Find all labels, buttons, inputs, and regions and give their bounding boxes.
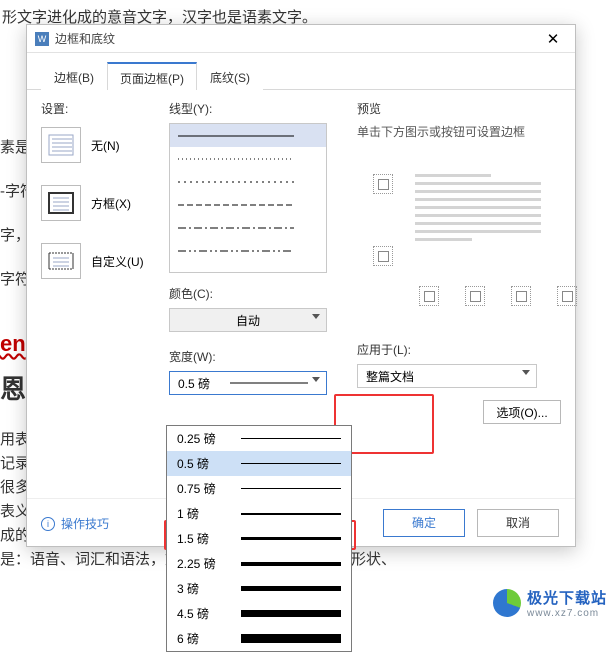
apply-to-combo[interactable]: 整篇文档 xyxy=(357,364,537,388)
box-icon xyxy=(41,185,81,221)
setting-none[interactable]: 无(N) xyxy=(41,127,161,163)
site-logo: 极光下载站 www.xz7.com xyxy=(493,587,607,619)
width-option[interactable]: 6 磅 xyxy=(167,626,351,651)
settings-label: 设置: xyxy=(41,100,161,117)
line-style-list[interactable] xyxy=(169,123,327,273)
width-option-line xyxy=(241,537,341,540)
width-option-line xyxy=(241,586,341,591)
custom-icon xyxy=(41,243,81,279)
tab-shading[interactable]: 底纹(S) xyxy=(197,62,263,90)
tab-border[interactable]: 边框(B) xyxy=(41,62,107,90)
width-option[interactable]: 1 磅 xyxy=(167,501,351,526)
options-button[interactable]: 选项(O)... xyxy=(483,400,561,424)
width-option-label: 0.75 磅 xyxy=(177,480,233,497)
width-option-label: 0.5 磅 xyxy=(177,455,233,472)
edge-btn-top[interactable] xyxy=(373,174,393,194)
logo-title: 极光下载站 xyxy=(527,587,607,608)
logo-icon xyxy=(493,589,521,617)
width-label: 宽度(W): xyxy=(169,348,339,365)
style-label: 线型(Y): xyxy=(169,100,339,117)
setting-label: 方框(X) xyxy=(91,195,131,212)
width-option-line xyxy=(241,513,341,515)
edge-btn-left[interactable] xyxy=(465,286,485,306)
titlebar: W 边框和底纹 ✕ xyxy=(27,25,575,53)
width-option[interactable]: 0.5 磅 xyxy=(167,451,351,476)
width-option-line xyxy=(241,488,341,489)
width-option-line xyxy=(241,438,341,439)
width-option-label: 3 磅 xyxy=(177,580,233,597)
edge-btn-right[interactable] xyxy=(511,286,531,306)
chevron-down-icon xyxy=(312,314,320,319)
width-option[interactable]: 2.25 磅 xyxy=(167,551,351,576)
width-value: 0.5 磅 xyxy=(178,375,230,392)
width-option[interactable]: 4.5 磅 xyxy=(167,601,351,626)
ok-button[interactable]: 确定 xyxy=(383,509,465,537)
color-value: 自动 xyxy=(236,312,260,329)
preview-doc xyxy=(415,174,541,246)
setting-box[interactable]: 方框(X) xyxy=(41,185,161,221)
width-option-label: 2.25 磅 xyxy=(177,555,233,572)
preview-pane xyxy=(357,146,561,336)
preview-label: 预览 xyxy=(357,100,561,117)
app-icon: W xyxy=(35,32,49,46)
color-combo[interactable]: 自动 xyxy=(169,308,327,332)
width-option[interactable]: 3 磅 xyxy=(167,576,351,601)
width-option-line xyxy=(241,610,341,617)
width-option-line xyxy=(241,562,341,566)
color-label: 颜色(C): xyxy=(169,285,339,302)
apply-to-value: 整篇文档 xyxy=(366,368,414,385)
edge-btn-tl[interactable] xyxy=(419,286,439,306)
width-option[interactable]: 0.25 磅 xyxy=(167,426,351,451)
width-option-line xyxy=(241,463,341,464)
setting-label: 自定义(U) xyxy=(91,253,144,270)
width-option[interactable]: 0.75 磅 xyxy=(167,476,351,501)
dialog-title: 边框和底纹 xyxy=(55,30,115,47)
width-option-label: 1 磅 xyxy=(177,505,233,522)
width-dropdown[interactable]: 0.25 磅 0.5 磅 0.75 磅 1 磅 1.5 磅 2.25 磅 3 磅 4.5 磅 6… xyxy=(166,425,352,652)
setting-label: 无(N) xyxy=(91,137,120,154)
chevron-down-icon xyxy=(522,370,530,375)
width-option-line xyxy=(241,634,341,643)
close-button[interactable]: ✕ xyxy=(531,25,575,52)
bg-line: 恩 xyxy=(0,358,26,420)
cancel-button[interactable]: 取消 xyxy=(477,509,559,537)
width-option-label: 6 磅 xyxy=(177,630,233,647)
tab-page-border[interactable]: 页面边框(P) xyxy=(107,62,197,90)
edge-btn-bottom[interactable] xyxy=(373,246,393,266)
width-option[interactable]: 1.5 磅 xyxy=(167,526,351,551)
none-icon xyxy=(41,127,81,163)
edge-btn-tr[interactable] xyxy=(557,286,577,306)
width-option-label: 4.5 磅 xyxy=(177,605,233,622)
setting-custom[interactable]: 自定义(U) xyxy=(41,243,161,279)
preview-hint: 单击下方图示或按钮可设置边框 xyxy=(357,123,561,140)
tabs: 边框(B) 页面边框(P) 底纹(S) xyxy=(27,53,575,90)
width-combo[interactable]: 0.5 磅 xyxy=(169,371,327,395)
logo-url: www.xz7.com xyxy=(527,608,607,619)
chevron-down-icon xyxy=(312,377,320,382)
apply-to-label: 应用于(L): xyxy=(357,341,561,358)
bg-line: 是：语音、词汇和语法，文 xyxy=(0,542,180,578)
width-option-label: 0.25 磅 xyxy=(177,430,233,447)
width-option-label: 1.5 磅 xyxy=(177,530,233,547)
